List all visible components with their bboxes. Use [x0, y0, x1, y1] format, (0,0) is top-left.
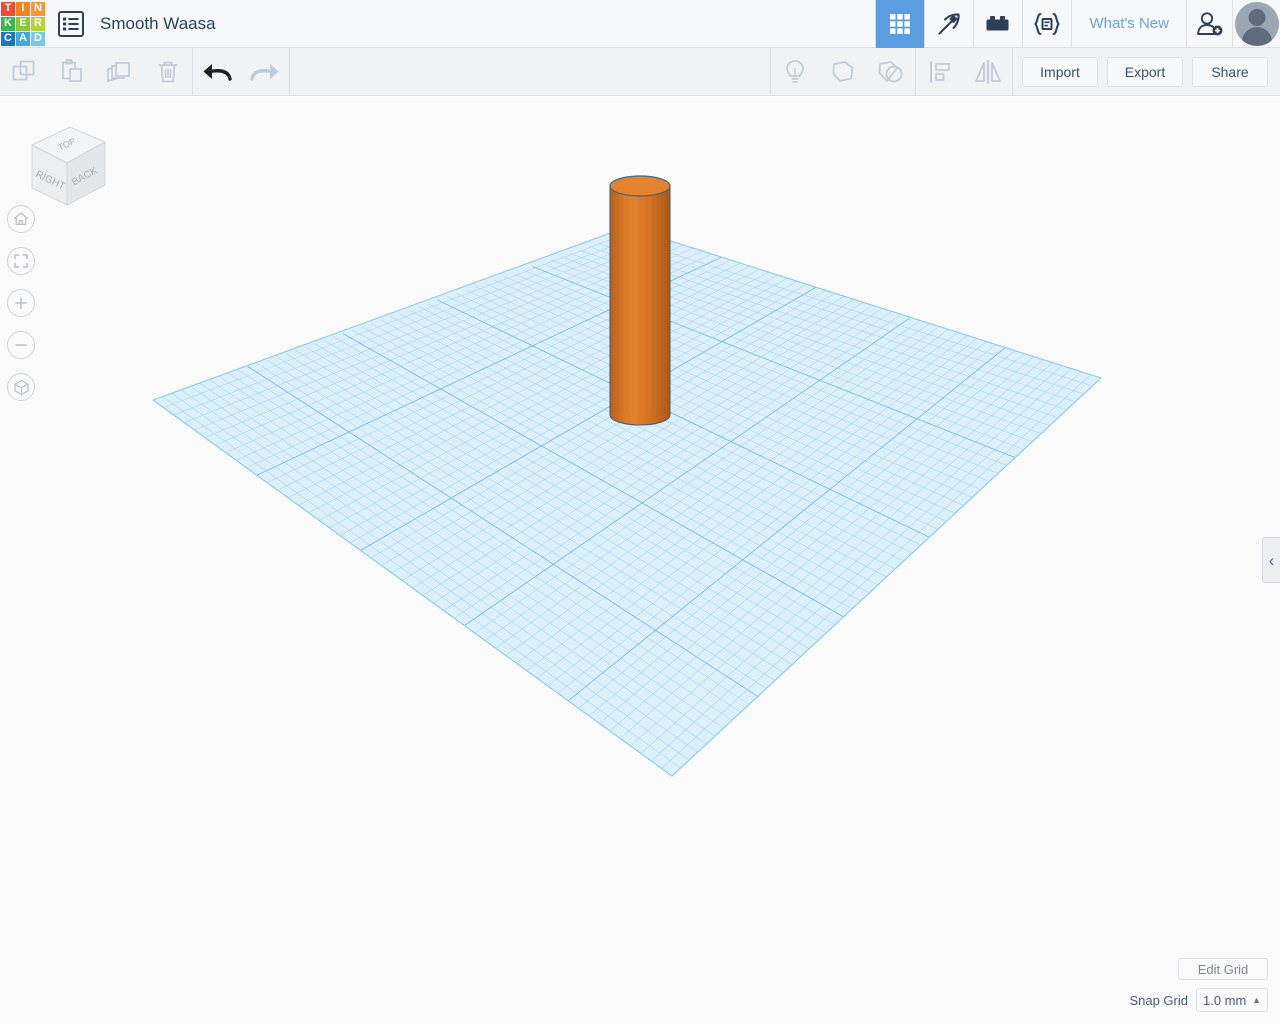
caret-up-icon: ▲: [1252, 995, 1261, 1005]
tab-codeblocks[interactable]: [1022, 0, 1071, 48]
lightbulb-icon: [786, 59, 804, 83]
zoom-out-button[interactable]: [7, 331, 35, 359]
logo-tile-e: E: [16, 16, 30, 31]
redo-icon: [250, 63, 279, 81]
home-view-icon: [14, 212, 28, 226]
logo-letter: I: [21, 2, 25, 14]
duplicate-button[interactable]: [96, 48, 144, 96]
perspective-toggle-icon: [13, 379, 29, 395]
avatar-body: [1241, 26, 1272, 46]
zoom-out-icon: [15, 344, 27, 346]
mirror-button[interactable]: [964, 48, 1012, 96]
delete-icon: [158, 61, 178, 82]
align-icon: [930, 60, 950, 83]
undo-icon: [203, 63, 232, 81]
tinkercad-app: T I N K E R C A D Smooth Waasa What's Ne…: [0, 0, 1280, 1024]
toolbar-divider: [1012, 47, 1013, 96]
avatar-head: [1248, 8, 1265, 26]
code-block-icon: [1034, 12, 1061, 35]
logo-tile-k: K: [1, 16, 15, 31]
top-header-bar: T I N K E R C A D Smooth Waasa What's Ne…: [0, 0, 1280, 48]
ungroup-button[interactable]: [867, 48, 915, 96]
avatar-image: [1234, 1, 1279, 46]
chevron-left-icon[interactable]: ‹: [1262, 537, 1280, 583]
whats-new-link[interactable]: What's New: [1071, 0, 1186, 48]
group-button[interactable]: [819, 48, 867, 96]
copy-button[interactable]: [0, 48, 48, 96]
avatar[interactable]: [1232, 0, 1280, 48]
logo-tile-c: C: [1, 31, 15, 46]
view-tool-group: [771, 48, 915, 96]
perspective-toggle-button[interactable]: [7, 373, 35, 401]
fit-to-view-button[interactable]: [7, 247, 35, 275]
export-button[interactable]: Export: [1107, 56, 1183, 87]
lego-brick-icon: [986, 15, 1009, 30]
import-button[interactable]: Import: [1022, 56, 1098, 87]
snap-grid-value: 1.0 mm: [1203, 992, 1247, 1008]
history-tool-group: [193, 48, 289, 96]
paste-button[interactable]: [48, 48, 96, 96]
tab-designs[interactable]: [875, 0, 925, 48]
list-icon[interactable]: [58, 10, 84, 37]
logo-letter: D: [34, 32, 42, 44]
logo-letter: K: [4, 17, 12, 29]
show-hidden-button[interactable]: [771, 48, 819, 96]
cylinder-object: [609, 175, 671, 426]
logo-letter: A: [19, 32, 27, 44]
cylinder-top-cap: [609, 175, 671, 197]
logo-tile-t: T: [1, 1, 15, 16]
copy-icon: [12, 60, 35, 80]
logo-tile-r: R: [31, 16, 45, 31]
duplicate-icon: [107, 61, 130, 82]
3d-viewport[interactable]: TOP RIGHT BACK ‹ Edit Grid Snap Grid 1.0…: [0, 97, 1280, 1024]
page-title[interactable]: Smooth Waasa: [100, 14, 216, 34]
logo-letter: R: [34, 17, 42, 29]
align-button[interactable]: [916, 48, 964, 96]
zoom-in-icon: [15, 297, 27, 309]
logo-tile-i: I: [16, 1, 30, 16]
logo-tile-n: N: [31, 1, 45, 16]
pickaxe-icon: [938, 12, 961, 35]
header-tool-group: What's New: [875, 0, 1280, 48]
tab-bricks[interactable]: [973, 0, 1022, 48]
add-person-icon[interactable]: [1186, 0, 1232, 48]
fit-to-view-icon: [14, 254, 28, 268]
share-button[interactable]: Share: [1192, 56, 1268, 87]
redo-button[interactable]: [241, 48, 289, 96]
snap-grid-control: Snap Grid 1.0 mm ▲: [1129, 988, 1268, 1012]
clipboard-tool-group: [0, 48, 192, 96]
mirror-icon: [975, 59, 1001, 84]
tinkercad-logo[interactable]: T I N K E R C A D: [1, 1, 45, 46]
edit-grid-button[interactable]: Edit Grid: [1178, 958, 1268, 980]
scene-render: [151, 175, 1103, 777]
paste-icon: [62, 58, 82, 82]
grid-icon: [890, 13, 911, 34]
logo-letter: C: [4, 32, 12, 44]
delete-button[interactable]: [144, 48, 192, 96]
logo-tile-d: D: [31, 31, 45, 46]
logo-letter: T: [4, 2, 12, 14]
undo-button[interactable]: [193, 48, 241, 96]
group-icon: [832, 60, 854, 82]
tab-blocks[interactable]: [924, 0, 973, 48]
ungroup-icon: [878, 60, 903, 82]
snap-grid-label: Snap Grid: [1129, 992, 1188, 1008]
logo-letter: N: [34, 2, 42, 14]
view-nav-buttons: [7, 205, 35, 415]
logo-tile-a: A: [16, 31, 30, 46]
align-tool-group: [916, 48, 1012, 96]
snap-grid-select[interactable]: 1.0 mm ▲: [1196, 988, 1268, 1012]
edit-toolbar: Import Export Share: [0, 47, 1280, 96]
home-view-button[interactable]: [7, 205, 35, 233]
zoom-in-button[interactable]: [7, 289, 35, 317]
logo-letter: E: [19, 17, 27, 29]
